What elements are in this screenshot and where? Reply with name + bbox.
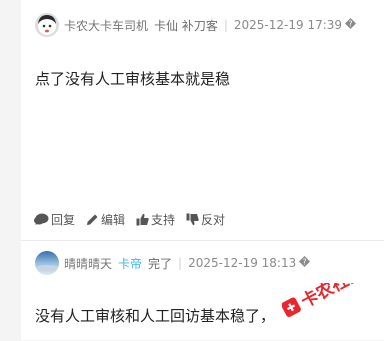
- comment-icon: [34, 213, 49, 225]
- avatar[interactable]: [35, 251, 59, 275]
- post-header: 卡农大卡车司机 卡仙 补刀客 | 2025-12-19 17:39 ?: [35, 13, 357, 37]
- username[interactable]: 晴晴晴天: [64, 255, 112, 272]
- edit-label: 编辑: [101, 213, 126, 227]
- edit-button[interactable]: 编辑: [86, 211, 125, 228]
- svg-text:卡农社区: 卡农社区: [297, 283, 367, 312]
- user-title-badge: 完了: [148, 256, 173, 271]
- svg-text:?: ?: [303, 257, 307, 266]
- divider: |: [178, 256, 183, 270]
- post-item: 卡农大卡车司机 卡仙 补刀客 | 2025-12-19 17:39 ? 点了没有…: [21, 0, 384, 240]
- post-content: 没有人工审核和人工回访基本稳了，: [35, 307, 276, 325]
- thumbs-down-icon: [186, 213, 199, 226]
- post-content: 点了没有人工审核基本就是稳: [35, 70, 231, 88]
- reply-button[interactable]: 回复: [34, 211, 75, 228]
- divider: |: [223, 18, 228, 32]
- user-level-badge: 卡帝: [118, 256, 143, 271]
- avatar[interactable]: [35, 13, 59, 37]
- user-title-badge: 卡仙 补刀客: [154, 18, 218, 33]
- username[interactable]: 卡农大卡车司机: [64, 17, 148, 34]
- watermark-logo: 卡农社区: [281, 262, 382, 323]
- like-label: 支持: [151, 213, 176, 227]
- pencil-icon: [87, 214, 98, 225]
- like-button[interactable]: 支持: [136, 211, 175, 228]
- dislike-button[interactable]: 反对: [186, 211, 225, 228]
- timestamp: 2025-12-19 17:39: [233, 18, 343, 32]
- post-header: 晴晴晴天 卡帝 完了 | 2025-12-19 18:13 ?: [35, 251, 311, 275]
- dislike-label: 反对: [201, 213, 226, 227]
- thumbs-up-icon: [136, 213, 149, 226]
- svg-text:?: ?: [348, 19, 352, 28]
- more-icon[interactable]: ?: [345, 18, 357, 32]
- timestamp: 2025-12-19 18:13: [188, 256, 297, 270]
- reply-label: 回复: [51, 213, 76, 227]
- more-icon[interactable]: ?: [299, 256, 311, 270]
- post-actions: 回复 编辑 支持 反对: [34, 211, 236, 228]
